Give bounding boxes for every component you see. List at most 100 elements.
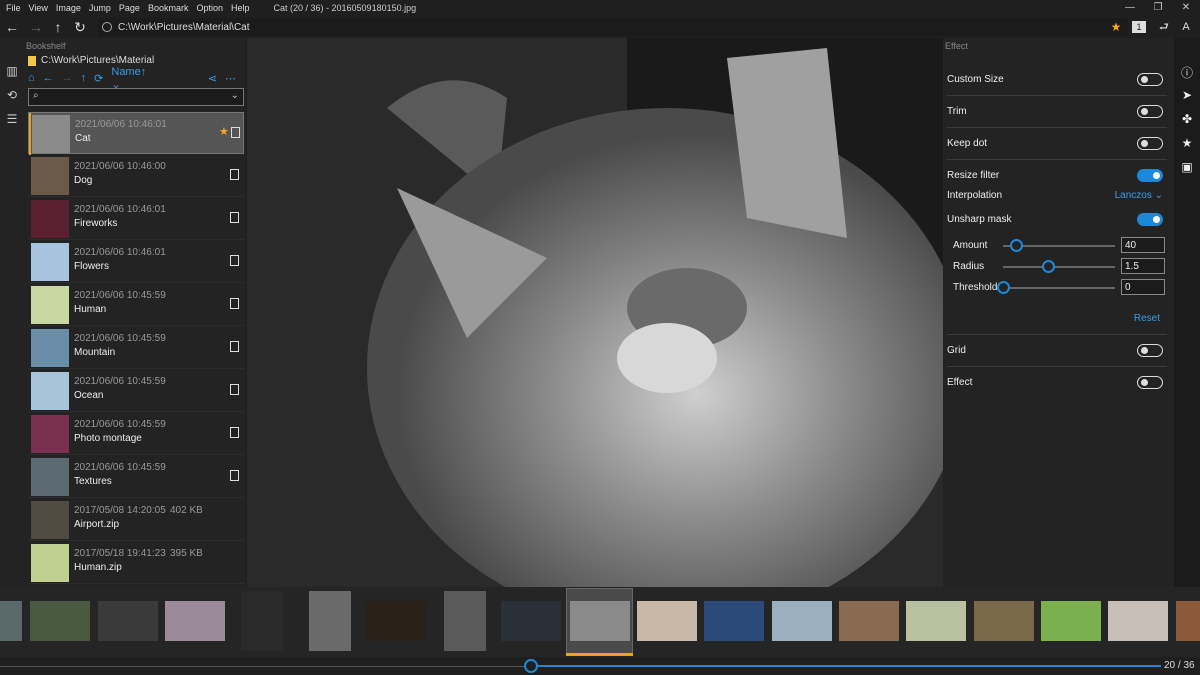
effect-icon[interactable]: ✤ — [1179, 112, 1195, 128]
filmstrip-thumbnail[interactable] — [241, 591, 283, 651]
bookmark-icon[interactable] — [230, 298, 239, 309]
custom-size-toggle[interactable] — [1137, 73, 1163, 86]
direction-icon[interactable]: ⮐ — [1154, 18, 1174, 36]
menu-view[interactable]: View — [25, 3, 52, 13]
filmstrip-thumbnail[interactable] — [1108, 601, 1168, 641]
grid-toggle[interactable] — [1137, 344, 1163, 357]
reset-button[interactable]: Reset — [1134, 313, 1160, 324]
navigator-icon[interactable]: ➤ — [1179, 88, 1195, 104]
radius-input[interactable]: 1.5 — [1121, 258, 1165, 274]
main-image[interactable] — [247, 38, 943, 587]
item-thumbnail — [32, 115, 70, 153]
search-input[interactable]: ⌕ ⌄ — [28, 88, 244, 106]
bookmark-icon[interactable] — [230, 255, 239, 266]
keep-dot-toggle[interactable] — [1137, 137, 1163, 150]
filmstrip-thumbnail[interactable] — [444, 591, 486, 651]
bookshelf-item[interactable]: 2021/06/06 10:45:59 Human — [28, 284, 244, 326]
filmstrip-thumbnail[interactable] — [906, 601, 966, 641]
restore-button[interactable]: ❐ — [1144, 0, 1172, 16]
address-input[interactable]: C:\Work\Pictures\Material\Cat — [98, 18, 1128, 36]
effect-toggle[interactable] — [1137, 376, 1163, 389]
forward-arrow-icon[interactable]: → — [26, 18, 46, 36]
bookshelf-item[interactable]: 2021/06/06 10:45:59 Mountain — [28, 327, 244, 369]
sync-icon[interactable]: ⟳ — [94, 72, 103, 85]
share-icon[interactable]: ⋖ — [208, 72, 217, 85]
filmstrip-thumbnail[interactable] — [839, 601, 899, 641]
filmstrip-thumbnail[interactable] — [637, 601, 697, 641]
bookmark-icon[interactable] — [231, 127, 240, 138]
menu-help[interactable]: Help — [227, 3, 254, 13]
page-slider-knob[interactable] — [524, 659, 538, 673]
amount-input[interactable]: 40 — [1121, 237, 1165, 253]
threshold-knob[interactable] — [997, 281, 1010, 294]
bookmark-icon[interactable] — [230, 169, 239, 180]
bookmark-icon[interactable] — [230, 427, 239, 438]
home-icon[interactable]: ⌂ — [28, 72, 35, 84]
filmstrip-thumbnail[interactable] — [974, 601, 1034, 641]
bookshelf-item[interactable]: 2021/06/06 10:45:59 Ocean — [28, 370, 244, 412]
page-slider-track-left[interactable] — [0, 666, 531, 667]
close-button[interactable]: ✕ — [1172, 0, 1200, 16]
threshold-track[interactable] — [1003, 287, 1115, 289]
item-date: 2021/06/06 10:45:59 — [74, 290, 166, 301]
bookmark-icon[interactable] — [230, 341, 239, 352]
bookshelf-item[interactable]: 2021/06/06 10:45:59 Photo montage — [28, 413, 244, 455]
filmstrip-thumbnail[interactable] — [98, 601, 158, 641]
bookmark-icon[interactable] — [230, 384, 239, 395]
radius-knob[interactable] — [1042, 260, 1055, 273]
refresh-icon[interactable]: ↻ — [70, 18, 90, 36]
menu-page[interactable]: Page — [115, 3, 144, 13]
interpolation-dropdown[interactable]: Lanczos ⌄ — [1115, 190, 1163, 201]
pagelist-icon[interactable]: ☰ — [4, 112, 20, 128]
filmstrip-thumbnail[interactable] — [704, 601, 764, 641]
menu-option[interactable]: Option — [192, 3, 227, 13]
more-icon[interactable]: ⋯ — [225, 72, 236, 85]
page-slider-track-right[interactable] — [531, 665, 1161, 667]
filmstrip-thumbnail[interactable] — [570, 601, 630, 641]
gallery-icon[interactable]: ▣ — [1179, 160, 1195, 176]
menu-bookmark[interactable]: Bookmark — [144, 3, 193, 13]
bookmark-icon[interactable] — [230, 212, 239, 223]
back-icon[interactable]: ← — [43, 72, 54, 84]
filmstrip-thumbnail[interactable] — [309, 591, 351, 651]
filmstrip-thumbnail[interactable] — [772, 601, 832, 641]
bookshelf-item[interactable]: 2017/05/08 14:20:05 Airport.zip 402 KB — [28, 499, 244, 541]
filmstrip-thumbnail[interactable] — [366, 601, 426, 641]
bookshelf-item[interactable]: 2021/06/06 10:46:01 Cat ★ — [28, 112, 244, 155]
trim-toggle[interactable] — [1137, 105, 1163, 118]
sort-dropdown[interactable]: Name↑ ⌄ — [111, 66, 157, 91]
bookshelf-item[interactable]: 2021/06/06 10:46:00 Dog — [28, 155, 244, 197]
filmstrip-thumbnail[interactable] — [1041, 601, 1101, 641]
bookshelf-item[interactable]: 2021/06/06 10:46:01 Fireworks — [28, 198, 244, 240]
threshold-input[interactable]: 0 — [1121, 279, 1165, 295]
back-arrow-icon[interactable]: ← — [2, 18, 22, 36]
filmstrip-thumbnail[interactable] — [165, 601, 225, 641]
bookmark-icon[interactable] — [230, 470, 239, 481]
filmstrip-thumbnail[interactable] — [30, 601, 90, 641]
bookshelf-icon[interactable]: ▥ — [4, 64, 20, 80]
resize-filter-toggle[interactable] — [1137, 169, 1163, 182]
menu-image[interactable]: Image — [52, 3, 85, 13]
page-mode-icon[interactable]: 1 — [1132, 21, 1146, 33]
bookshelf-item[interactable]: 2021/06/06 10:45:59 Textures — [28, 456, 244, 498]
filmstrip-thumbnail[interactable] — [1176, 601, 1200, 641]
up-arrow-icon[interactable]: ↑ — [48, 18, 68, 36]
bookshelf-item[interactable]: 2017/05/18 19:41:23 Human.zip 395 KB — [28, 542, 244, 584]
chevron-down-icon[interactable]: ⌄ — [231, 90, 239, 101]
bookshelf-item[interactable]: 2021/06/06 10:46:01 Flowers — [28, 241, 244, 283]
info-icon[interactable]: ⓘ — [1179, 64, 1195, 80]
filmstrip-thumbnail[interactable] — [501, 601, 561, 641]
menu-jump[interactable]: Jump — [85, 3, 115, 13]
minimize-button[interactable]: — — [1116, 0, 1144, 16]
history-icon[interactable]: ⟲ — [4, 88, 20, 104]
font-icon[interactable]: A — [1176, 18, 1196, 36]
amount-knob[interactable] — [1010, 239, 1023, 252]
up-icon[interactable]: ↑ — [81, 72, 87, 84]
forward-icon[interactable]: → — [62, 72, 73, 84]
favorite-icon[interactable]: ★ — [1179, 136, 1195, 152]
bookmark-star-icon[interactable]: ★ — [1106, 18, 1126, 36]
filmstrip-thumbnail[interactable] — [0, 601, 22, 641]
radius-track[interactable] — [1003, 266, 1115, 268]
unsharp-mask-toggle[interactable] — [1137, 213, 1163, 226]
menu-file[interactable]: File — [0, 3, 25, 13]
